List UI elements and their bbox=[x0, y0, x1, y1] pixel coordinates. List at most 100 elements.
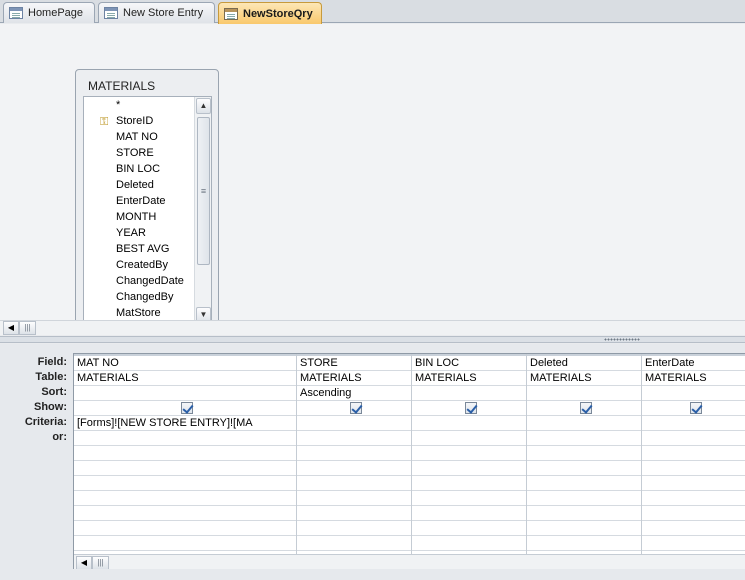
form-icon bbox=[9, 7, 23, 19]
cell-table[interactable]: MATERIALS bbox=[297, 371, 411, 386]
field-item-best-avg[interactable]: BEST AVG bbox=[84, 241, 196, 257]
tab-homepage[interactable]: HomePage bbox=[3, 2, 95, 23]
tab-label: NewStoreQry bbox=[243, 7, 313, 20]
cell-sort[interactable] bbox=[74, 386, 296, 401]
row-label-or: or: bbox=[52, 431, 67, 443]
cell-sort[interactable] bbox=[642, 386, 745, 401]
cell-table[interactable]: MATERIALS bbox=[527, 371, 641, 386]
scroll-thumb[interactable]: ||| bbox=[19, 321, 36, 335]
tab-label: HomePage bbox=[28, 7, 84, 19]
row-label-show: Show: bbox=[34, 401, 67, 413]
field-item-changeddate[interactable]: ChangedDate bbox=[84, 273, 196, 289]
grid-column-deleted[interactable]: Deleted MATERIALS bbox=[527, 354, 642, 554]
scroll-left-arrow-icon[interactable]: ◀ bbox=[3, 321, 19, 335]
cell-sort[interactable] bbox=[412, 386, 526, 401]
cell-field[interactable]: BIN LOC bbox=[412, 356, 526, 371]
field-label: * bbox=[116, 99, 121, 111]
grid-column-enterdate[interactable]: EnterDate MATERIALS bbox=[642, 354, 745, 554]
field-list-scrollbar[interactable]: ▲ ≡ ▼ bbox=[194, 97, 211, 324]
cell-table[interactable]: MATERIALS bbox=[642, 371, 745, 386]
query-design-pane: MATERIALS * ⚿ StoreID MAT NO STORE BIN LO… bbox=[0, 24, 745, 335]
field-label: EnterDate bbox=[116, 195, 166, 207]
query-grid-pane: Field: Table: Sort: Show: Criteria: or: … bbox=[0, 344, 745, 580]
grid-row-labels: Field: Table: Sort: Show: Criteria: or: bbox=[0, 355, 73, 445]
field-label: ChangedBy bbox=[116, 291, 174, 303]
cell-table[interactable]: MATERIALS bbox=[412, 371, 526, 386]
materials-field-list[interactable]: MATERIALS * ⚿ StoreID MAT NO STORE BIN LO… bbox=[75, 69, 219, 331]
document-tab-strip: HomePage New Store Entry NewStoreQry bbox=[0, 0, 745, 24]
field-label: ChangedDate bbox=[116, 275, 184, 287]
grid-column-store[interactable]: STORE MATERIALS Ascending bbox=[297, 354, 412, 554]
field-item-mat-no[interactable]: MAT NO bbox=[84, 129, 196, 145]
design-pane-hscrollbar[interactable]: ◀ ||| bbox=[0, 320, 745, 335]
field-label: STORE bbox=[116, 147, 154, 159]
show-checkbox[interactable] bbox=[349, 402, 362, 414]
cell-show[interactable] bbox=[297, 401, 411, 416]
cell-or[interactable] bbox=[642, 431, 745, 446]
field-item-year[interactable]: YEAR bbox=[84, 225, 196, 241]
field-list-box: * ⚿ StoreID MAT NO STORE BIN LOC Deleted … bbox=[83, 96, 212, 325]
tab-new-store-entry[interactable]: New Store Entry bbox=[98, 2, 215, 23]
field-list-title: MATERIALS bbox=[88, 79, 156, 93]
cell-show[interactable] bbox=[642, 401, 745, 416]
primary-key-icon: ⚿ bbox=[100, 116, 109, 128]
cell-sort[interactable]: Ascending bbox=[297, 386, 411, 401]
grid-hscrollbar[interactable]: ◀ ||| bbox=[74, 554, 745, 569]
field-label: MatStore bbox=[116, 307, 161, 319]
splitter-grip-icon[interactable] bbox=[604, 338, 640, 341]
cell-show[interactable] bbox=[74, 401, 296, 416]
scroll-left-arrow-icon[interactable]: ◀ bbox=[76, 556, 92, 569]
show-checkbox[interactable] bbox=[689, 402, 702, 414]
cell-criteria[interactable] bbox=[527, 416, 641, 431]
pane-splitter[interactable] bbox=[0, 336, 745, 343]
field-item-changedby[interactable]: ChangedBy bbox=[84, 289, 196, 305]
field-item-deleted[interactable]: Deleted bbox=[84, 177, 196, 193]
field-item-bin-loc[interactable]: BIN LOC bbox=[84, 161, 196, 177]
show-checkbox[interactable] bbox=[579, 402, 592, 414]
cell-criteria[interactable]: [Forms]![NEW STORE ENTRY]![MA bbox=[74, 416, 296, 431]
field-label: BEST AVG bbox=[116, 243, 170, 255]
field-label: CreatedBy bbox=[116, 259, 168, 271]
cell-criteria[interactable] bbox=[642, 416, 745, 431]
field-label: MONTH bbox=[116, 211, 157, 223]
grid-column-bin-loc[interactable]: BIN LOC MATERIALS bbox=[412, 354, 527, 554]
field-item-matstore[interactable]: MatStore bbox=[84, 305, 196, 321]
cell-show[interactable] bbox=[412, 401, 526, 416]
cell-or[interactable] bbox=[412, 431, 526, 446]
scroll-up-arrow-icon[interactable]: ▲ bbox=[196, 98, 211, 114]
cell-show[interactable] bbox=[527, 401, 641, 416]
cell-field[interactable]: EnterDate bbox=[642, 356, 745, 371]
tab-label: New Store Entry bbox=[123, 7, 204, 19]
cell-field[interactable]: Deleted bbox=[527, 356, 641, 371]
cell-criteria[interactable] bbox=[297, 416, 411, 431]
field-item-storeid[interactable]: ⚿ StoreID bbox=[84, 113, 196, 129]
show-checkbox[interactable] bbox=[464, 402, 477, 414]
cell-or[interactable] bbox=[297, 431, 411, 446]
field-item-month[interactable]: MONTH bbox=[84, 209, 196, 225]
scroll-thumb[interactable]: ||| bbox=[92, 556, 109, 569]
cell-field[interactable]: MAT NO bbox=[74, 356, 296, 371]
query-design-grid: MAT NO MATERIALS [Forms]![NEW STORE ENTR… bbox=[73, 353, 745, 569]
row-label-table: Table: bbox=[35, 371, 67, 383]
cell-or[interactable] bbox=[74, 431, 296, 446]
field-item-createdby[interactable]: CreatedBy bbox=[84, 257, 196, 273]
field-label: Deleted bbox=[116, 179, 154, 191]
cell-sort[interactable] bbox=[527, 386, 641, 401]
cell-or[interactable] bbox=[527, 431, 641, 446]
row-label-criteria: Criteria: bbox=[24, 416, 67, 428]
scroll-thumb[interactable]: ≡ bbox=[197, 117, 210, 265]
field-label: StoreID bbox=[116, 115, 154, 127]
field-item-all[interactable]: * bbox=[84, 97, 196, 113]
field-label: BIN LOC bbox=[116, 163, 161, 175]
show-checkbox[interactable] bbox=[180, 402, 193, 414]
tab-newstoreqry[interactable]: NewStoreQry bbox=[218, 2, 322, 24]
row-label-sort: Sort: bbox=[41, 386, 67, 398]
grid-column-mat-no[interactable]: MAT NO MATERIALS [Forms]![NEW STORE ENTR… bbox=[74, 354, 297, 554]
field-label: YEAR bbox=[116, 227, 146, 239]
field-item-enterdate[interactable]: EnterDate bbox=[84, 193, 196, 209]
cell-table[interactable]: MATERIALS bbox=[74, 371, 296, 386]
cell-field[interactable]: STORE bbox=[297, 356, 411, 371]
cell-criteria[interactable] bbox=[412, 416, 526, 431]
field-item-store[interactable]: STORE bbox=[84, 145, 196, 161]
field-label: MAT NO bbox=[116, 131, 158, 143]
